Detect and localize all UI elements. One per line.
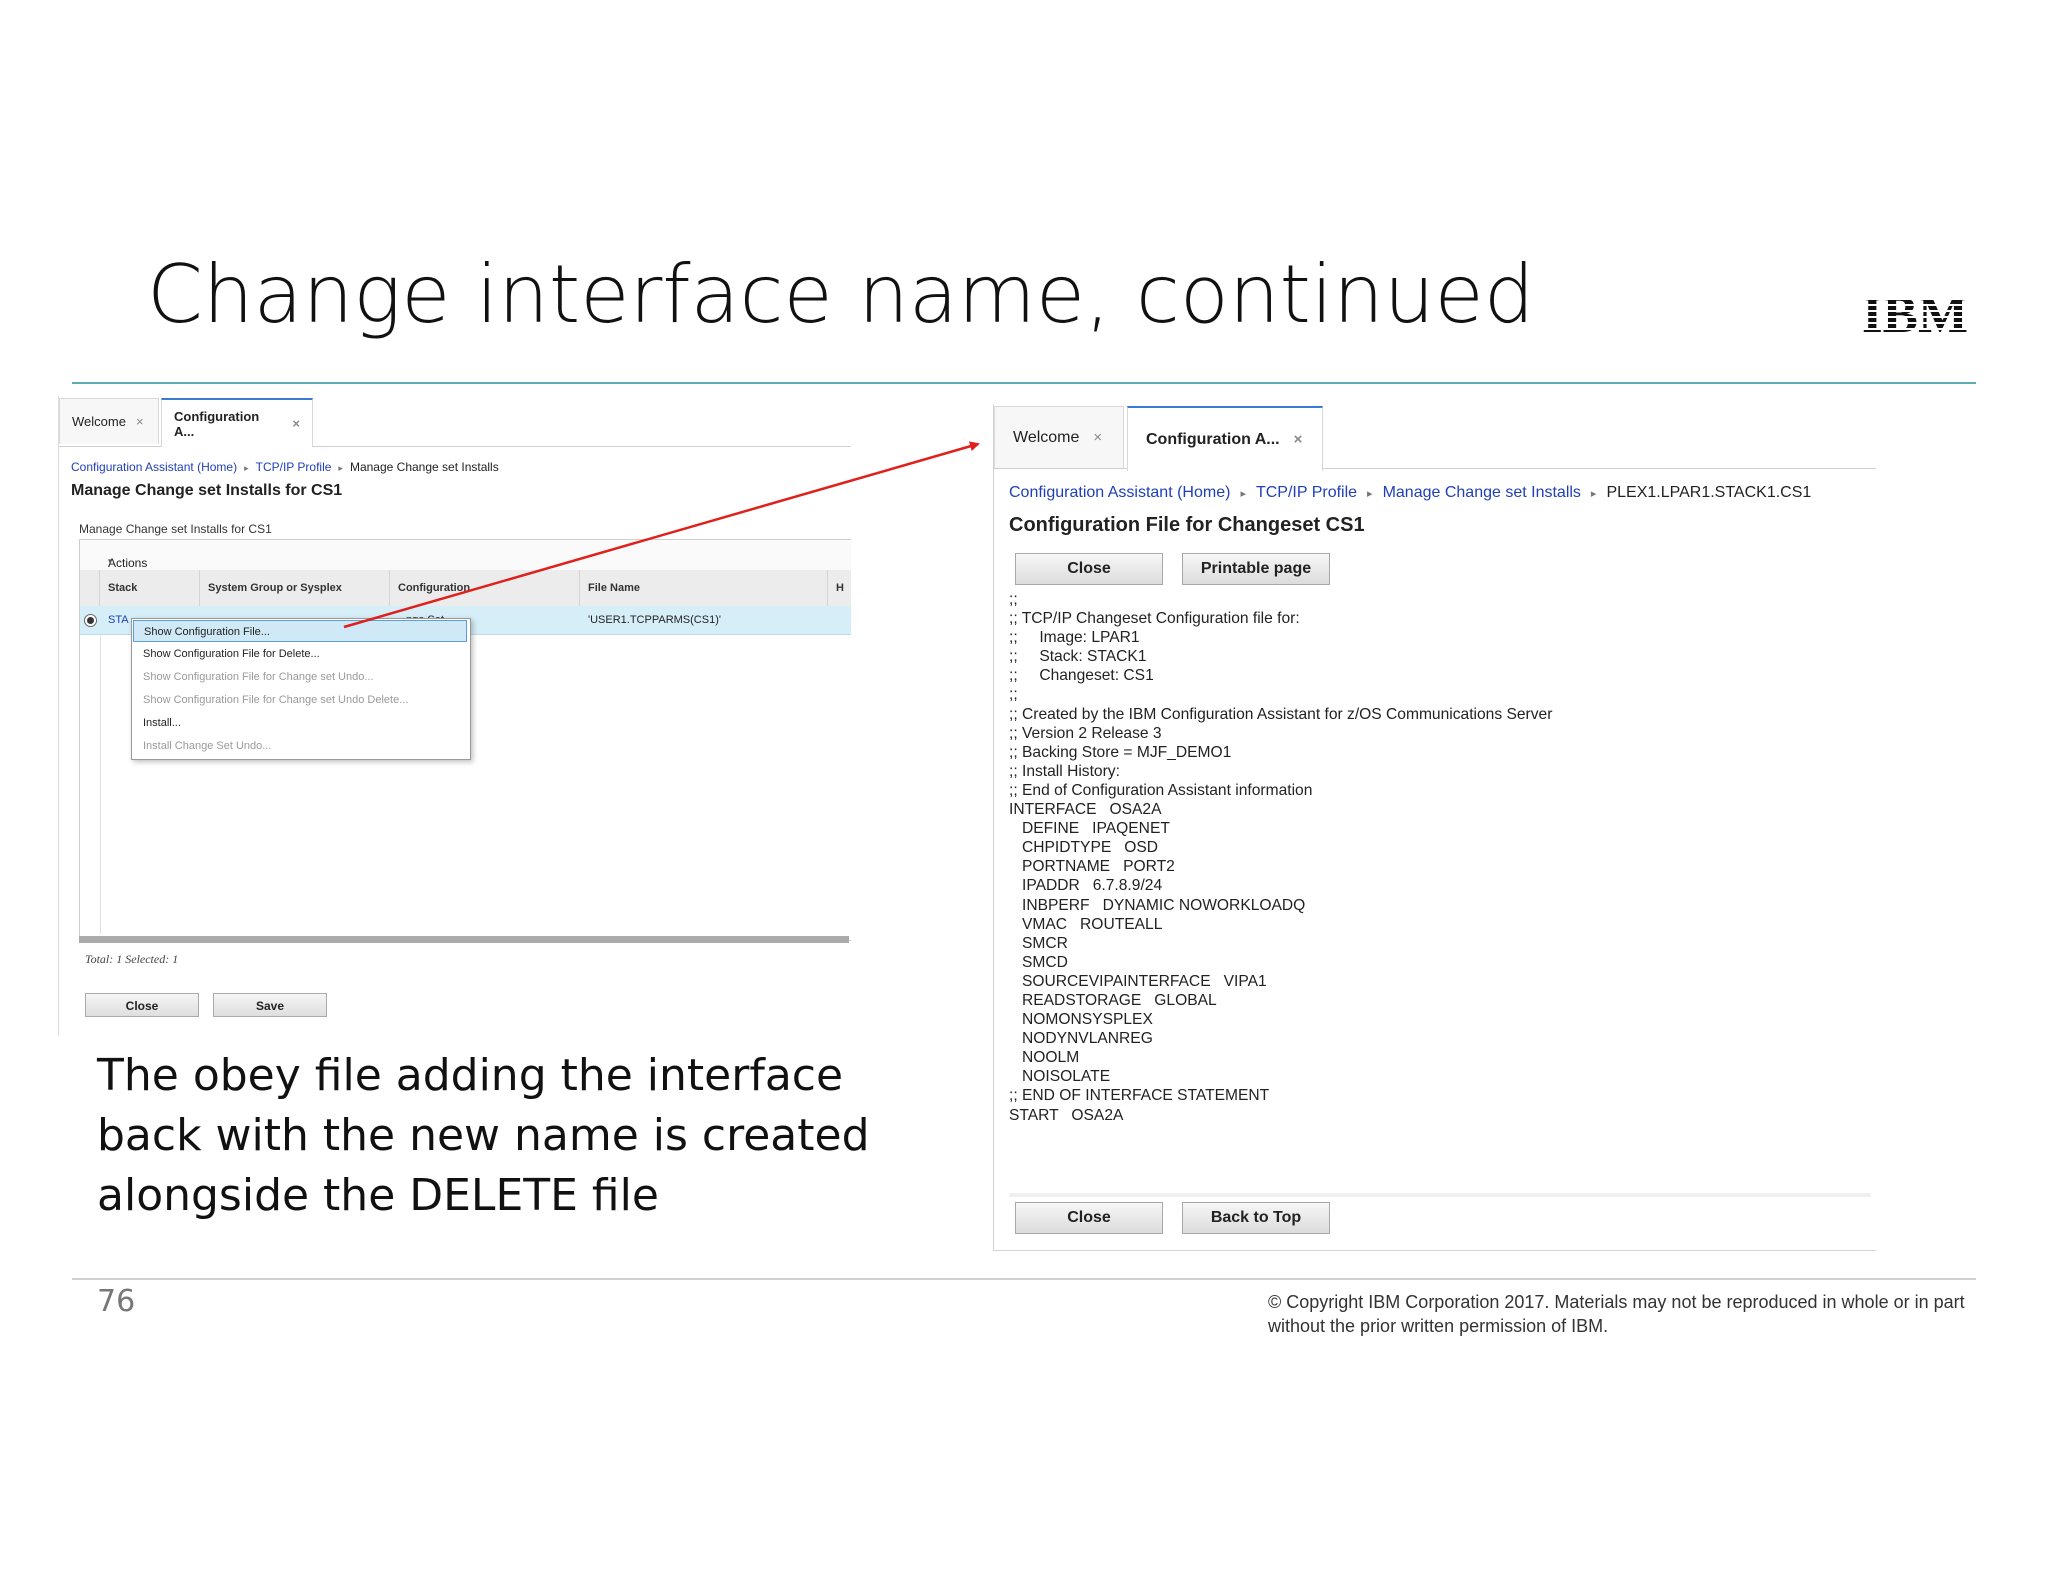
right-bottom-close-button[interactable]: Close: [1015, 1202, 1163, 1234]
footer-divider: [72, 1278, 1976, 1280]
menu-item-show-config-undo-delete: Show Configuration File for Change set U…: [143, 694, 409, 706]
left-tab-configuration[interactable]: Configuration A... ×: [161, 398, 313, 447]
close-icon[interactable]: ×: [292, 416, 300, 431]
breadcrumb-installs-link[interactable]: Manage Change set Installs: [1383, 484, 1581, 501]
column-header-file-name[interactable]: File Name: [580, 570, 828, 606]
breadcrumb-home-link[interactable]: Configuration Assistant (Home): [1009, 484, 1230, 501]
back-to-top-button[interactable]: Back to Top: [1182, 1202, 1330, 1234]
table-caption: Manage Change set Installs for CS1: [79, 522, 272, 536]
right-tab-bar: Welcome × Configuration A... ×: [994, 404, 1876, 471]
configuration-file-text: ;; ;; TCP/IP Changeset Configuration fil…: [1009, 591, 1553, 1124]
breadcrumb-current: Manage Change set Installs: [349, 460, 499, 474]
cell-file-name: 'USER1.TCPPARMS(CS1)': [588, 614, 721, 626]
column-header-stack[interactable]: Stack: [100, 570, 200, 606]
context-menu: Show Configuration File... Show Configur…: [131, 618, 471, 760]
slide-title: Change interface name, continued: [147, 248, 1535, 341]
right-breadcrumb: Configuration Assistant (Home) ▸ TCP/IP Pr…: [1009, 484, 1811, 502]
column-header-h[interactable]: H: [828, 570, 851, 606]
column-header-sysplex[interactable]: System Group or Sysplex: [200, 570, 390, 606]
breadcrumb-profile-link[interactable]: TCP/IP Profile: [256, 460, 332, 474]
menu-item-show-config[interactable]: Show Configuration File...: [133, 620, 467, 642]
ibm-logo: IBM: [1862, 288, 1968, 336]
caret-down-icon: ▾: [108, 556, 113, 566]
chevron-right-icon: ▸: [244, 463, 249, 473]
content-divider: [1009, 1193, 1871, 1197]
table-header: Stack System Group or Sysplex Configurat…: [80, 570, 851, 607]
menu-item-show-config-delete[interactable]: Show Configuration File for Delete...: [133, 643, 467, 665]
left-tab-bar: Welcome × Configuration A... ×: [59, 396, 851, 447]
close-icon[interactable]: ×: [136, 414, 144, 429]
left-close-button[interactable]: Close: [85, 993, 199, 1017]
right-page-title: Configuration File for Changeset CS1: [1009, 514, 1365, 536]
printable-page-button[interactable]: Printable page: [1182, 553, 1330, 585]
chevron-right-icon: ▸: [1590, 488, 1597, 500]
close-icon[interactable]: ×: [1294, 431, 1303, 448]
right-screenshot: Welcome × Configuration A... × Configura…: [993, 404, 1876, 1251]
column-header-configuration[interactable]: Configuration: [390, 570, 580, 606]
chevron-right-icon: ▸: [1367, 488, 1373, 500]
left-tab-welcome[interactable]: Welcome ×: [59, 398, 159, 444]
chevron-right-icon: ▸: [338, 463, 343, 473]
breadcrumb-home-link[interactable]: Configuration Assistant (Home): [71, 460, 237, 474]
actions-menu-button[interactable]: Actions ▾: [80, 540, 851, 571]
ibm-logo-text: IBM: [1862, 288, 1968, 336]
horizontal-scrollbar[interactable]: [79, 936, 849, 943]
row-radio[interactable]: [84, 614, 97, 627]
chevron-right-icon: ▸: [1240, 488, 1246, 500]
menu-item-show-config-undo: Show Configuration File for Change set U…: [143, 671, 374, 683]
left-save-button[interactable]: Save: [213, 993, 327, 1017]
close-icon[interactable]: ×: [1093, 429, 1102, 446]
breadcrumb-current: PLEX1.LPAR1.STACK1.CS1: [1606, 484, 1812, 501]
breadcrumb-profile-link[interactable]: TCP/IP Profile: [1256, 484, 1357, 501]
right-tab-configuration[interactable]: Configuration A... ×: [1127, 406, 1323, 471]
right-tab-welcome[interactable]: Welcome ×: [994, 406, 1124, 468]
menu-item-install[interactable]: Install...: [133, 712, 467, 734]
title-divider: [72, 382, 1976, 384]
left-screenshot: Welcome × Configuration A... × Configura…: [58, 396, 851, 1036]
cell-stack: STA: [108, 614, 129, 626]
copyright-notice: © Copyright IBM Corporation 2017. Materi…: [1268, 1292, 1965, 1336]
left-breadcrumb: Configuration Assistant (Home) ▸ TCP/IP Pr…: [71, 460, 499, 474]
slide-caption: The obey file adding the interface back …: [97, 1050, 870, 1221]
right-close-button[interactable]: Close: [1015, 553, 1163, 585]
menu-item-install-undo: Install Change Set Undo...: [143, 740, 272, 752]
left-page-title: Manage Change set Installs for CS1: [71, 482, 343, 499]
selection-total: Total: 1 Selected: 1: [85, 952, 179, 966]
page-number: 76: [97, 1284, 136, 1319]
